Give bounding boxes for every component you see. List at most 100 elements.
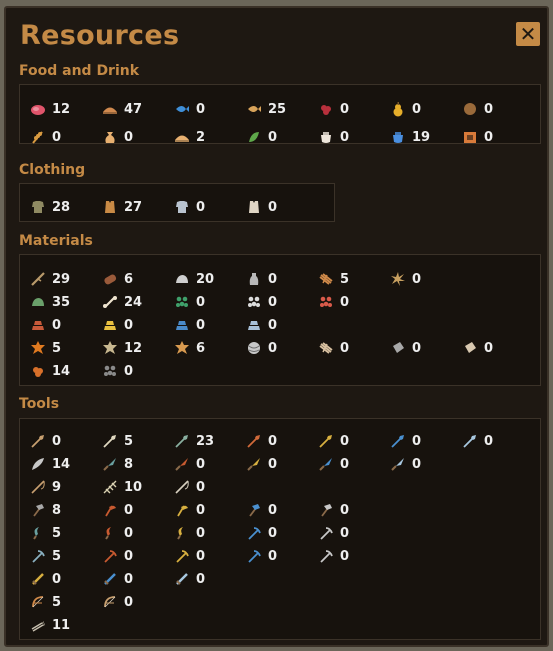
resource-item-tin-ore[interactable]: 0 [246,292,316,312]
resource-item-iron-axe[interactable]: 0 [318,500,388,520]
resource-item-pear[interactable]: 0 [390,99,460,119]
resource-item-nut[interactable]: 0 [462,99,532,119]
resource-item-linen[interactable]: 0 [462,338,532,358]
close-button[interactable]: ✕ [516,22,540,46]
resource-count: 5 [52,340,62,356]
resource-item-cloth[interactable]: 0 [390,338,460,358]
resource-item-wheat[interactable]: 0 [30,127,100,147]
resource-item-roast-fish[interactable]: 25 [246,99,316,119]
resource-count: 5 [124,433,134,449]
resource-count: 0 [268,317,278,333]
resource-item-hide[interactable]: 5 [30,338,100,358]
resource-item-stick[interactable]: 29 [30,269,100,289]
resource-item-tin-pick[interactable]: 0 [246,523,316,543]
category-title-food-and-drink: Food and Drink [19,63,140,79]
resource-item-feather[interactable]: 14 [30,454,100,474]
resource-item-copper-axe[interactable]: 0 [102,500,172,520]
resource-item-meat[interactable]: 12 [30,99,100,119]
resource-item-composite-bow[interactable]: 0 [102,592,172,612]
resource-item-firewood-bundle[interactable]: 5 [318,269,388,289]
resource-item-bread-roll[interactable]: 2 [174,127,244,147]
resource-item-tunic[interactable]: 28 [30,197,100,217]
resource-item-flour-sack[interactable]: 0 [102,127,172,147]
resource-item-flint-spear[interactable]: 23 [174,431,244,451]
resource-item-tin-ingot[interactable]: 0 [174,315,244,335]
resource-item-iron-pick[interactable]: 0 [318,523,388,543]
resource-count: 5 [52,594,62,610]
resource-item-fish[interactable]: 0 [174,99,244,119]
resource-item-tin-spear[interactable]: 0 [390,431,460,451]
resource-count: 0 [340,456,350,472]
iron-hoe-icon [318,548,334,564]
resource-item-copper-knife[interactable]: 0 [174,454,244,474]
resource-item-berries[interactable]: 0 [318,99,388,119]
resource-item-bronze-sickle[interactable]: 0 [174,523,244,543]
resource-count: 6 [124,271,134,287]
resource-item-stone-hammer[interactable]: 8 [30,500,100,520]
resource-item-leather-vest[interactable]: 27 [102,197,172,217]
resource-item-leather[interactable]: 6 [174,338,244,358]
resource-item-bread-loaf[interactable]: 47 [102,99,172,119]
resource-item-bone-spear[interactable]: 5 [102,431,172,451]
resource-item-bronze-axe[interactable]: 0 [174,500,244,520]
resource-item-stone[interactable]: 20 [174,269,244,289]
resource-item-iron-ingot[interactable]: 0 [246,315,316,335]
padded-armor-icon [246,199,262,215]
resource-item-flint-sickle[interactable]: 5 [30,523,100,543]
resource-count: 0 [484,433,494,449]
resource-item-iron-ore[interactable]: 0 [318,292,388,312]
resource-item-tin-axe[interactable]: 0 [246,500,316,520]
resource-item-tin-knife[interactable]: 0 [318,454,388,474]
resource-item-yarn-ball[interactable]: 0 [246,338,316,358]
resource-item-iron-sword[interactable]: 0 [174,569,244,589]
resource-item-flint-pick[interactable]: 5 [30,546,100,566]
resource-item-iron-spear[interactable]: 0 [462,431,532,451]
resource-item-peas[interactable]: 0 [246,127,316,147]
resource-count: 24 [124,294,143,310]
resource-count: 28 [52,199,71,215]
resource-item-flint-knife[interactable]: 8 [102,454,172,474]
resource-item-log[interactable]: 6 [102,269,172,289]
resource-item-rawhide[interactable]: 12 [102,338,172,358]
resource-item-copper-ingot[interactable]: 0 [30,315,100,335]
resource-item-iron-hoe[interactable]: 0 [318,546,388,566]
storage-box-icon [462,129,478,145]
resource-item-bronze-sword[interactable]: 0 [30,569,100,589]
resource-item-clay[interactable]: 0 [246,269,316,289]
resource-item-flint[interactable]: 35 [30,292,100,312]
resource-item-fishing-rod[interactable]: 9 [30,477,100,497]
resource-count: 35 [52,294,71,310]
resource-item-milk-bowl[interactable]: 0 [318,127,388,147]
resource-item-wooden-bow[interactable]: 5 [30,592,100,612]
resource-item-iron-knife[interactable]: 0 [390,454,460,474]
resource-item-straw[interactable]: 0 [390,269,460,289]
resource-item-bone-fishhook[interactable]: 0 [174,477,244,497]
resource-item-gold-ingot[interactable]: 0 [102,315,172,335]
resource-item-copper-spear[interactable]: 0 [246,431,316,451]
resource-count: 0 [268,548,278,564]
resource-count: 20 [196,271,215,287]
resource-item-gravel[interactable]: 0 [102,361,172,381]
resource-item-coat[interactable]: 0 [174,197,244,217]
resource-item-wooden-spear[interactable]: 0 [30,431,100,451]
wooden-spear-icon [30,433,46,449]
resource-count: 0 [196,548,206,564]
resource-item-bone[interactable]: 24 [102,292,172,312]
resource-item-bronze-knife[interactable]: 0 [246,454,316,474]
resource-item-tin-hoe[interactable]: 0 [246,546,316,566]
category-box-tools: 0 5 23 0 0 0 0 14 8 0 0 0 0 9 10 0 8 0 0 0 0 5 0 0 0 0 5 0 0 0 0 0 0 0 5 0 1… [19,418,541,640]
resource-item-storage-box[interactable]: 0 [462,127,532,147]
resource-item-water-flask[interactable]: 19 [390,127,460,147]
resource-item-arrows[interactable]: 11 [30,615,100,635]
resource-item-rope[interactable]: 0 [318,338,388,358]
resource-item-copper-sickle[interactable]: 0 [102,523,172,543]
resource-item-bronze-spear[interactable]: 0 [318,431,388,451]
resource-item-nuts-pile[interactable]: 14 [30,361,100,381]
resource-item-copper-pick[interactable]: 0 [102,546,172,566]
resource-item-bronze-pick[interactable]: 0 [174,546,244,566]
resource-item-copper-ore[interactable]: 0 [174,292,244,312]
resource-item-padded-armor[interactable]: 0 [246,197,316,217]
roast-fish-icon [246,101,262,117]
resource-item-fishing-net[interactable]: 10 [102,477,172,497]
resource-item-tin-sword[interactable]: 0 [102,569,172,589]
